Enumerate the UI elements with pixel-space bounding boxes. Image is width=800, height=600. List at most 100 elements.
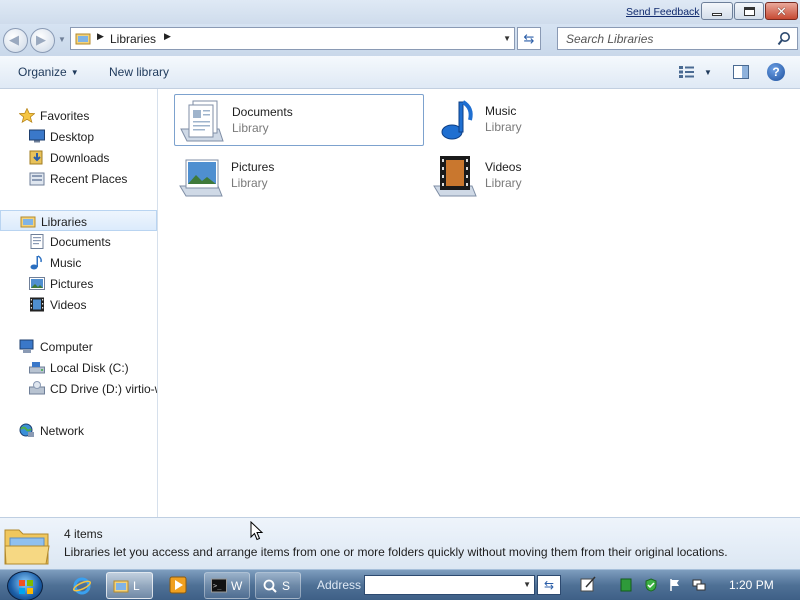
nav-local-disk[interactable]: Local Disk (C:) bbox=[0, 357, 157, 378]
details-pane: 4 items Libraries let you access and arr… bbox=[0, 517, 800, 569]
library-tile-music[interactable]: Music Library bbox=[428, 94, 678, 146]
nav-favorites[interactable]: Favorites bbox=[0, 105, 157, 126]
back-arrow-icon: ◀ bbox=[9, 32, 19, 47]
pictures-icon bbox=[29, 277, 45, 290]
organize-menu[interactable]: Organize ▼ bbox=[18, 65, 79, 79]
address-toolbar-dropdown-icon[interactable]: ▼ bbox=[523, 580, 531, 589]
address-dropdown-icon[interactable]: ▼ bbox=[503, 34, 511, 43]
help-icon[interactable]: ? bbox=[767, 63, 785, 81]
libraries-large-icon bbox=[4, 529, 50, 565]
library-tile-pictures[interactable]: Pictures Library bbox=[174, 150, 424, 202]
nav-desktop-label: Desktop bbox=[50, 130, 95, 144]
nav-videos[interactable]: Videos bbox=[0, 294, 157, 315]
nav-music[interactable]: Music bbox=[0, 252, 157, 273]
address-bar[interactable]: ▶ Libraries ▶ ▼ bbox=[70, 27, 515, 50]
address-toolbar-go-button[interactable]: ⇆ bbox=[537, 575, 561, 595]
start-button[interactable] bbox=[7, 571, 43, 600]
forward-arrow-icon: ▶ bbox=[36, 32, 46, 47]
minimize-button[interactable] bbox=[701, 2, 733, 20]
search-input[interactable]: Search Libraries bbox=[557, 27, 798, 50]
maximize-button[interactable] bbox=[734, 2, 764, 20]
documents-library-icon bbox=[180, 100, 224, 142]
nav-recent-places-label: Recent Places bbox=[50, 172, 128, 186]
navigation-pane: Favorites Desktop Downloads Recent Place… bbox=[0, 89, 158, 517]
media-player-icon[interactable] bbox=[169, 576, 187, 594]
nav-computer-label: Computer bbox=[40, 340, 93, 354]
windows-logo-icon bbox=[19, 580, 33, 594]
nav-desktop[interactable]: Desktop bbox=[0, 126, 157, 147]
preview-pane-icon[interactable] bbox=[733, 65, 749, 79]
nav-videos-label: Videos bbox=[50, 298, 87, 312]
nav-local-disk-label: Local Disk (C:) bbox=[50, 361, 129, 375]
nav-recent-places[interactable]: Recent Places bbox=[0, 168, 157, 189]
change-view-icon[interactable] bbox=[678, 65, 696, 79]
command-bar: Organize ▼ New library ▼ ? bbox=[0, 56, 800, 89]
taskbar-cmd-button[interactable]: >_ W bbox=[204, 572, 250, 599]
documents-icon bbox=[30, 234, 44, 249]
minimize-icon bbox=[712, 12, 722, 16]
address-toolbar-label: Address bbox=[317, 578, 362, 592]
forward-button[interactable]: ▶ bbox=[30, 28, 55, 53]
music-icon bbox=[30, 255, 42, 270]
send-feedback-link[interactable]: Send Feedback bbox=[626, 6, 700, 18]
breadcrumb-arrow-icon[interactable]: ▶ bbox=[97, 31, 104, 42]
breadcrumb-libraries[interactable]: Libraries bbox=[110, 32, 156, 46]
security-shield-icon[interactable] bbox=[644, 578, 658, 592]
action-center-flag-icon[interactable] bbox=[668, 578, 682, 592]
libraries-taskbar-icon bbox=[113, 580, 129, 593]
svg-text:>_: >_ bbox=[213, 582, 222, 590]
back-button[interactable]: ◀ bbox=[3, 28, 28, 53]
music-library-icon bbox=[441, 100, 473, 140]
nav-music-label: Music bbox=[50, 256, 82, 270]
tile-type: Library bbox=[232, 121, 269, 135]
internet-explorer-icon[interactable] bbox=[73, 577, 91, 595]
nav-downloads[interactable]: Downloads bbox=[0, 147, 157, 168]
library-tile-documents[interactable]: Documents Library bbox=[174, 94, 424, 146]
libraries-folder-icon bbox=[75, 33, 91, 45]
tile-name: Music bbox=[485, 104, 517, 118]
new-library-button[interactable]: New library bbox=[109, 65, 169, 79]
search-icon[interactable] bbox=[777, 31, 791, 47]
nav-computer[interactable]: Computer bbox=[0, 336, 157, 357]
tile-type: Library bbox=[231, 176, 268, 190]
downloads-folder-icon bbox=[29, 150, 43, 165]
clock[interactable]: 1:20 PM bbox=[729, 578, 774, 592]
nav-documents[interactable]: Documents bbox=[0, 231, 157, 252]
view-options-dropdown-icon[interactable]: ▼ bbox=[704, 68, 712, 77]
search-placeholder: Search Libraries bbox=[566, 32, 654, 46]
close-button[interactable]: ✕ bbox=[765, 2, 798, 20]
recent-places-icon bbox=[29, 172, 45, 186]
chevron-down-icon: ▼ bbox=[70, 68, 79, 77]
pictures-library-icon bbox=[179, 159, 223, 197]
refresh-button[interactable]: ⇆ bbox=[517, 27, 541, 50]
tile-type: Library bbox=[485, 176, 522, 190]
tray-app-icon[interactable] bbox=[619, 578, 633, 592]
taskbar-search-button[interactable]: S bbox=[255, 572, 301, 599]
videos-icon bbox=[30, 297, 44, 312]
libraries-description: Libraries let you access and arrange ite… bbox=[64, 545, 728, 559]
item-count: 4 items bbox=[64, 527, 103, 541]
network-tray-icon[interactable] bbox=[692, 578, 706, 592]
notes-icon[interactable] bbox=[580, 576, 596, 592]
recent-pages-dropdown[interactable]: ▼ bbox=[58, 35, 66, 44]
content-area: Documents Library Music Library Pictures… bbox=[159, 89, 800, 517]
network-icon bbox=[19, 423, 34, 437]
title-bar: Send Feedback ✕ bbox=[0, 0, 800, 24]
nav-network-label: Network bbox=[40, 424, 85, 438]
nav-libraries[interactable]: Libraries bbox=[0, 210, 157, 231]
nav-network[interactable]: Network bbox=[0, 420, 157, 441]
nav-cd-drive[interactable]: CD Drive (D:) virtio-w bbox=[0, 378, 157, 399]
address-row: ◀ ▶ ▼ ▶ Libraries ▶ ▼ ⇆ Search Libraries bbox=[0, 24, 800, 56]
breadcrumb-arrow-icon[interactable]: ▶ bbox=[164, 31, 171, 42]
taskbar-explorer-button[interactable]: L bbox=[106, 572, 153, 599]
command-prompt-icon: >_ bbox=[211, 578, 227, 593]
library-tile-videos[interactable]: Videos Library bbox=[428, 150, 678, 202]
tile-name: Pictures bbox=[231, 160, 275, 174]
taskbar-explorer-label: L bbox=[133, 579, 140, 593]
local-disk-icon bbox=[29, 362, 45, 374]
address-toolbar-input[interactable]: ▼ bbox=[364, 575, 535, 595]
nav-cd-drive-label: CD Drive (D:) virtio-w bbox=[50, 382, 157, 396]
taskbar: L >_ W S Address ▼ ⇆ 1:20 PM bbox=[0, 569, 800, 600]
star-icon bbox=[19, 108, 35, 123]
nav-pictures[interactable]: Pictures bbox=[0, 273, 157, 294]
